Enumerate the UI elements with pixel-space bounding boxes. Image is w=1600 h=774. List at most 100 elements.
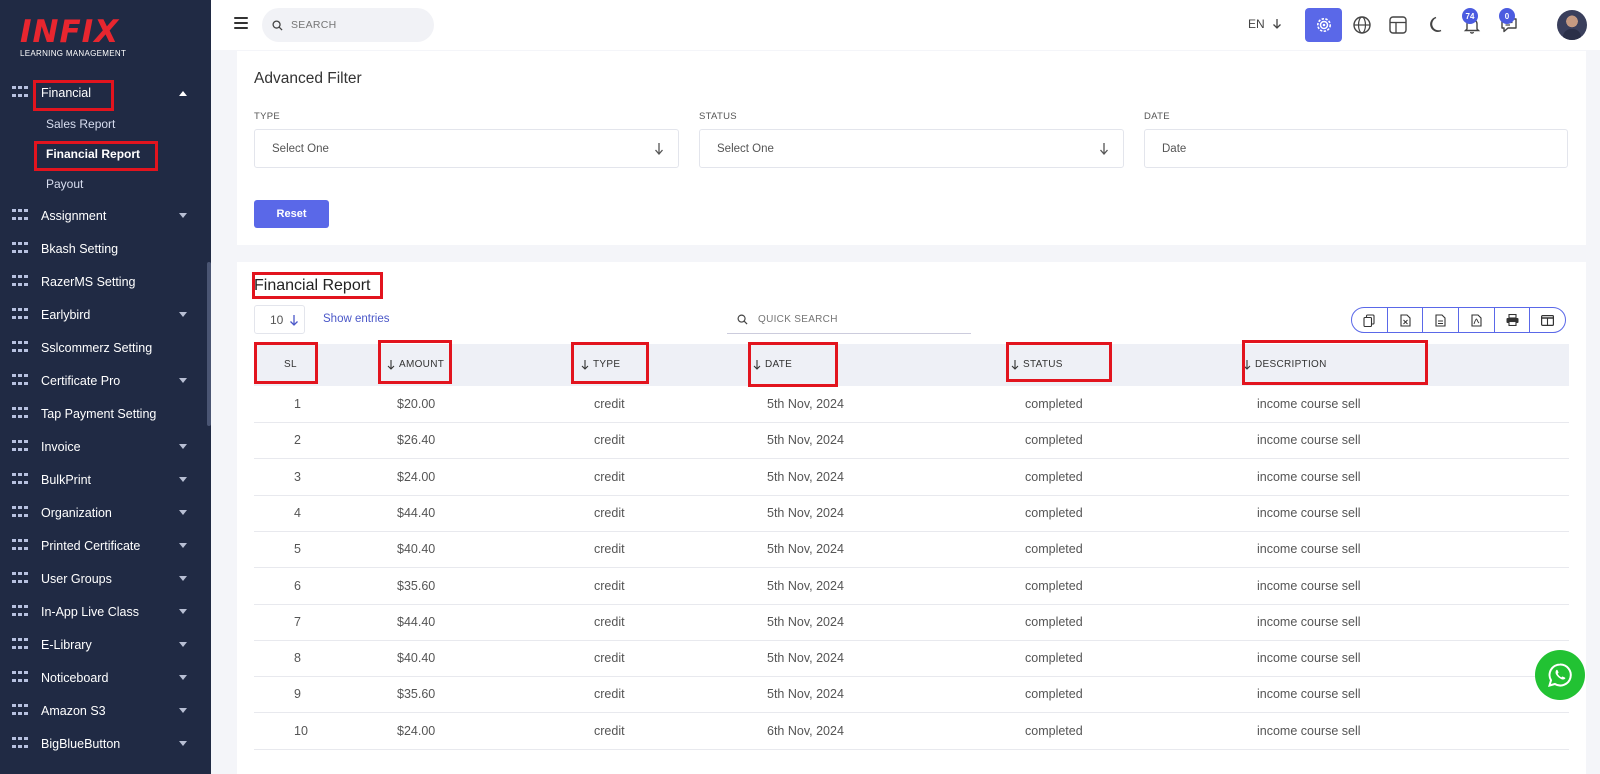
- cell-description: income course sell: [1257, 505, 1361, 520]
- grid-icon: [12, 307, 28, 322]
- cell-amount: $24.00: [397, 469, 436, 484]
- sort-arrow-down-icon: [387, 360, 395, 370]
- quick-search[interactable]: [727, 305, 971, 334]
- column-header-amount[interactable]: AMOUNT: [387, 359, 444, 370]
- sidebar-subitem-financial-report[interactable]: Financial Report: [0, 139, 207, 169]
- table-row: 1 $20.00 credit 5th Nov, 2024 completed incom…: [254, 386, 1569, 423]
- sidebar-item-razerms-setting[interactable]: RazerMS Setting: [0, 265, 207, 298]
- print-button[interactable]: [1495, 308, 1531, 332]
- sidebar-item-certificate-pro[interactable]: Certificate Pro: [0, 364, 207, 397]
- cell-status: completed: [1025, 542, 1083, 557]
- sidebar: INFIX LEARNING MANAGEMENT Financial Sale…: [0, 0, 211, 774]
- column-header-label: DATE: [765, 359, 793, 370]
- column-header-status[interactable]: STATUS: [1011, 359, 1063, 370]
- sidebar-item-label: Sslcommerz Setting: [41, 340, 153, 355]
- language-selector[interactable]: EN: [1248, 17, 1282, 31]
- sidebar-item-label: Printed Certificate: [41, 538, 141, 553]
- sidebar-item-bkash-setting[interactable]: Bkash Setting: [0, 232, 207, 265]
- sidebar-item-label: BulkPrint: [41, 472, 92, 487]
- cell-status: completed: [1025, 614, 1083, 629]
- entries-value: 10: [270, 312, 284, 327]
- infix-logo[interactable]: INFIX LEARNING MANAGEMENT: [20, 16, 130, 60]
- cell-amount: $44.40: [397, 614, 436, 629]
- sidebar-item-invoice[interactable]: Invoice: [0, 430, 207, 463]
- sidebar-item-user-groups[interactable]: User Groups: [0, 562, 207, 595]
- logo-text: INFIX: [20, 14, 120, 50]
- cell-date: 6th Nov, 2024: [767, 723, 844, 738]
- globe-icon[interactable]: [1352, 15, 1372, 35]
- sidebar-item-organization[interactable]: Organization: [0, 496, 207, 529]
- financial-report-panel: Financial Report 10 Show entries SL AMOU…: [237, 262, 1586, 774]
- table-row: 9 $35.60 credit 5th Nov, 2024 completed incom…: [254, 676, 1569, 714]
- cell-status: completed: [1025, 397, 1083, 411]
- column-header-description[interactable]: DESCRIPTION: [1243, 359, 1327, 370]
- user-avatar[interactable]: [1557, 10, 1587, 40]
- sort-arrow-down-icon: [1243, 360, 1251, 370]
- reset-button[interactable]: Reset: [254, 200, 329, 228]
- settings-button[interactable]: [1305, 8, 1342, 42]
- global-search[interactable]: [262, 8, 434, 42]
- type-select[interactable]: Select One: [254, 129, 679, 168]
- table-row: 3 $24.00 credit 5th Nov, 2024 completed incom…: [254, 459, 1569, 496]
- grid-icon: [12, 472, 28, 487]
- cell-type: credit: [594, 433, 625, 448]
- grid-icon: [12, 604, 28, 619]
- cell-date: 5th Nov, 2024: [767, 687, 844, 702]
- column-visibility-button[interactable]: [1530, 308, 1565, 332]
- sort-arrow-down-icon: [1011, 360, 1019, 370]
- column-header-type[interactable]: TYPE: [581, 359, 620, 370]
- csv-export-button[interactable]: [1423, 308, 1460, 332]
- sidebar-item-financial[interactable]: Financial: [0, 77, 207, 109]
- cell-type: credit: [594, 614, 625, 629]
- sidebar-item-sslcommerz-setting[interactable]: Sslcommerz Setting: [0, 331, 207, 364]
- sidebar-scrollbar[interactable]: [207, 262, 211, 426]
- sort-arrow-down-icon: [753, 360, 761, 370]
- sidebar-item-in-app-live-class[interactable]: In-App Live Class: [0, 595, 207, 628]
- hamburger-menu-icon[interactable]: [234, 17, 248, 29]
- column-header-label: STATUS: [1023, 359, 1063, 370]
- chevron-down-icon: [179, 312, 187, 317]
- date-field-placeholder: Date: [1162, 142, 1187, 155]
- cell-type: credit: [594, 723, 625, 738]
- cell-description: income course sell: [1257, 651, 1361, 666]
- date-field[interactable]: Date: [1144, 129, 1568, 168]
- messages-badge: 0: [1499, 8, 1515, 24]
- cell-amount: $20.00: [397, 397, 436, 411]
- column-header-date[interactable]: DATE: [753, 359, 792, 370]
- copy-button[interactable]: [1352, 308, 1388, 332]
- arrow-down-icon: [290, 314, 299, 326]
- moon-icon[interactable]: [1425, 15, 1445, 35]
- entries-per-page-select[interactable]: 10: [254, 305, 305, 334]
- quick-search-input[interactable]: [758, 313, 938, 325]
- sidebar-item-earlybird[interactable]: Earlybird: [0, 298, 207, 331]
- whatsapp-chat-button[interactable]: [1535, 650, 1585, 700]
- search-input[interactable]: [291, 19, 411, 31]
- gear-icon: [1316, 18, 1331, 32]
- cell-sl: 2: [294, 433, 301, 448]
- report-title: Financial Report: [254, 277, 371, 294]
- cell-sl: 3: [294, 469, 301, 484]
- cell-amount: $35.60: [397, 578, 436, 593]
- sidebar-item-label: Financial: [41, 86, 92, 100]
- sidebar-item-amazon-s3[interactable]: Amazon S3: [0, 694, 207, 727]
- cell-date: 5th Nov, 2024: [767, 614, 844, 629]
- sidebar-item-bigbluebutton[interactable]: BigBlueButton: [0, 727, 207, 760]
- sidebar-item-label: RazerMS Setting: [41, 274, 136, 289]
- sidebar-subitem-payout[interactable]: Payout: [0, 169, 207, 199]
- layout-icon[interactable]: [1388, 15, 1408, 35]
- columns-icon: [1541, 314, 1555, 326]
- cell-date: 5th Nov, 2024: [767, 578, 844, 593]
- pdf-export-button[interactable]: [1459, 308, 1495, 332]
- sidebar-item-printed-certificate[interactable]: Printed Certificate: [0, 529, 207, 562]
- sidebar-item-e-library[interactable]: E-Library: [0, 628, 207, 661]
- sidebar-item-bulkprint[interactable]: BulkPrint: [0, 463, 207, 496]
- sidebar-item-noticeboard[interactable]: Noticeboard: [0, 661, 207, 694]
- sidebar-item-assignment[interactable]: Assignment: [0, 199, 207, 232]
- sidebar-subitem-sales-report[interactable]: Sales Report: [0, 109, 207, 139]
- excel-export-button[interactable]: [1388, 308, 1424, 332]
- status-select[interactable]: Select One: [699, 129, 1124, 168]
- cell-type: credit: [594, 542, 625, 557]
- sidebar-item-tap-payment-setting[interactable]: Tap Payment Setting: [0, 397, 207, 430]
- column-header-sl[interactable]: SL: [284, 359, 297, 370]
- arrow-down-icon: [655, 143, 663, 155]
